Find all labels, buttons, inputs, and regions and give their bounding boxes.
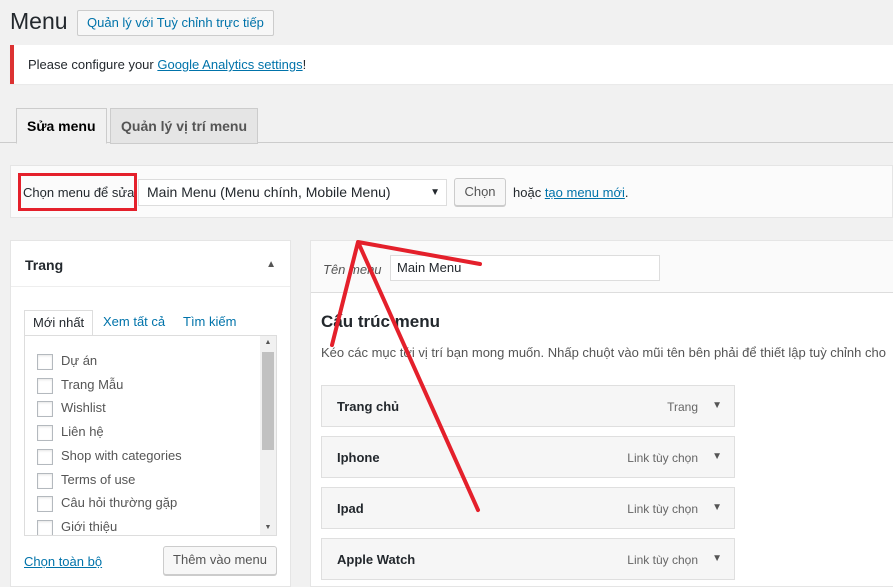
highlight-annotation-box xyxy=(18,173,137,211)
scroll-up-icon[interactable]: ▲ xyxy=(260,336,276,350)
select-all-link[interactable]: Chọn toàn bộ xyxy=(24,554,102,569)
menu-item-type: Link tùy chọn xyxy=(627,553,698,567)
expand-arrow-icon[interactable]: ▼ xyxy=(712,400,722,411)
list-item-label: Shop with categories xyxy=(61,448,182,463)
notice-text-end: ! xyxy=(302,57,307,72)
menu-name-label: Tên menu xyxy=(323,262,382,277)
list-item-label: Terms of use xyxy=(61,472,136,487)
menu-name-row: Tên menu Main Menu xyxy=(311,241,893,293)
menu-item-type: Link tùy chọn xyxy=(627,502,698,516)
menu-item[interactable]: Iphone Link tùy chọn ▼ xyxy=(321,436,735,478)
checkbox[interactable] xyxy=(37,424,53,441)
page-title: Menu xyxy=(10,8,68,34)
expand-arrow-icon[interactable]: ▼ xyxy=(712,451,722,462)
menu-item-type: Link tùy chọn xyxy=(627,451,698,465)
menu-select-value: Main Menu (Menu chính, Mobile Menu) xyxy=(147,184,391,200)
list-item[interactable]: Wishlist xyxy=(37,400,106,417)
pages-sub-tabs: Mới nhất Xem tất cả Tìm kiếm xyxy=(24,310,277,336)
pages-panel-header[interactable]: Trang ▲ xyxy=(11,241,290,287)
chevron-down-icon: ▼ xyxy=(430,187,440,198)
checkbox[interactable] xyxy=(37,400,53,417)
menu-item-title: Ipad xyxy=(337,501,364,516)
menu-item-title: Trang chủ xyxy=(337,399,400,414)
pages-checklist: Dự án Trang Mẫu Wishlist Liên hệ Shop wi… xyxy=(24,335,277,536)
or-create-text: hoặc tạo menu mới. xyxy=(513,185,629,200)
google-analytics-settings-link[interactable]: Google Analytics settings xyxy=(157,57,302,72)
tab-edit-menu[interactable]: Sửa menu xyxy=(16,108,107,144)
notice-text: Please configure your xyxy=(28,57,158,72)
list-item[interactable]: Dự án xyxy=(37,353,97,370)
menu-structure-title: Cấu trúc menu xyxy=(321,312,441,331)
menu-item-title: Apple Watch xyxy=(337,552,416,567)
scrollbar-thumb[interactable] xyxy=(262,352,274,450)
expand-arrow-icon[interactable]: ▼ xyxy=(712,502,722,513)
list-item[interactable]: Giới thiệu xyxy=(37,519,118,535)
menu-item-type: Trang xyxy=(667,400,698,414)
menu-name-input[interactable]: Main Menu xyxy=(390,255,660,281)
manage-with-live-preview-button[interactable]: Quản lý với Tuỳ chỉnh trực tiếp xyxy=(77,10,274,36)
choose-menu-button[interactable]: Chọn xyxy=(454,178,506,206)
list-item[interactable]: Trang Mẫu xyxy=(37,377,123,394)
collapse-arrow-icon[interactable]: ▲ xyxy=(266,259,276,270)
menu-structure-description: Kéo các mục tới vị trí bạn mong muốn. Nh… xyxy=(321,345,886,360)
checkbox[interactable] xyxy=(37,495,53,512)
menu-item[interactable]: Trang chủ Trang ▼ xyxy=(321,385,735,427)
checkbox[interactable] xyxy=(37,448,53,465)
list-item-label: Câu hỏi thường gặp xyxy=(61,495,178,510)
analytics-notice: Please configure your Google Analytics s… xyxy=(10,45,893,84)
sub-tab-view-all[interactable]: Xem tất cả xyxy=(95,310,173,336)
list-scrollbar[interactable]: ▲ ▼ xyxy=(260,336,276,535)
list-item[interactable]: Câu hỏi thường gặp xyxy=(37,495,177,512)
checkbox[interactable] xyxy=(37,472,53,489)
checkbox[interactable] xyxy=(37,519,53,535)
list-item-label: Trang Mẫu xyxy=(61,377,124,392)
nav-tabs: Sửa menu Quản lý vị trí menu xyxy=(0,106,893,144)
sub-tab-search[interactable]: Tìm kiếm xyxy=(175,310,244,336)
tab-manage-locations[interactable]: Quản lý vị trí menu xyxy=(110,108,259,144)
checkbox[interactable] xyxy=(37,377,53,394)
list-item[interactable]: Terms of use xyxy=(37,472,135,489)
sub-tab-most-recent[interactable]: Mới nhất xyxy=(24,310,94,336)
list-item-label: Liên hệ xyxy=(61,424,104,439)
expand-arrow-icon[interactable]: ▼ xyxy=(712,553,722,564)
list-item-label: Wishlist xyxy=(61,400,106,415)
list-item-label: Giới thiệu xyxy=(61,519,118,534)
pages-panel-title: Trang xyxy=(25,257,64,273)
checkbox[interactable] xyxy=(37,353,53,370)
add-to-menu-button[interactable]: Thêm vào menu xyxy=(163,546,277,575)
menu-item[interactable]: Apple Watch Link tùy chọn ▼ xyxy=(321,538,735,580)
list-item[interactable]: Shop with categories xyxy=(37,448,182,465)
menu-item-title: Iphone xyxy=(337,450,380,465)
create-new-menu-link[interactable]: tạo menu mới xyxy=(545,185,625,200)
or-text-period: . xyxy=(624,185,629,200)
list-item[interactable]: Liên hệ xyxy=(37,424,104,441)
or-text: hoặc xyxy=(513,185,545,200)
menu-select[interactable]: Main Menu (Menu chính, Mobile Menu) ▼ xyxy=(138,179,447,206)
list-item-label: Dự án xyxy=(61,353,98,368)
scroll-down-icon[interactable]: ▼ xyxy=(260,521,276,535)
menu-item[interactable]: Ipad Link tùy chọn ▼ xyxy=(321,487,735,529)
